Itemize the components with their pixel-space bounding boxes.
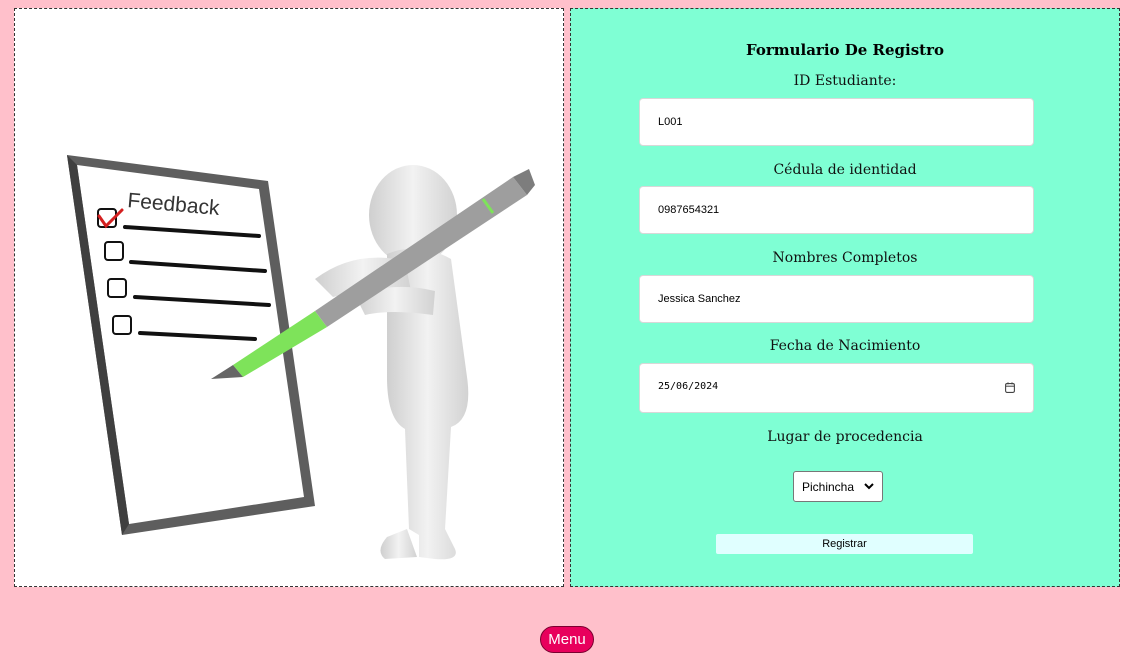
birth-date-value: 25/06/2024	[658, 381, 719, 392]
origin-selected-value: Pichincha	[802, 480, 855, 494]
calendar-icon[interactable]	[1005, 382, 1015, 393]
full-name-input[interactable]	[639, 275, 1034, 323]
student-id-input[interactable]	[639, 98, 1034, 146]
form-title: Formulario De Registro	[745, 41, 944, 59]
birth-date-label: Fecha de Nacimiento	[769, 338, 921, 354]
cedula-input[interactable]	[639, 186, 1034, 234]
cedula-label: Cédula de identidad	[773, 162, 917, 178]
origin-select[interactable]: Pichincha	[793, 471, 883, 502]
feedback-illustration: Feedback	[67, 155, 535, 560]
origin-label: Lugar de procedencia	[767, 429, 923, 445]
menu-button[interactable]: Menu	[540, 626, 594, 653]
illustration-panel: Feedback	[14, 8, 564, 587]
chevron-down-icon	[864, 483, 874, 490]
full-name-label: Nombres Completos	[772, 250, 918, 266]
registration-form-panel: Formulario De Registro ID Estudiante: Cé…	[570, 8, 1120, 587]
register-button[interactable]: Registrar	[716, 534, 973, 554]
student-id-label: ID Estudiante:	[793, 73, 897, 89]
birth-date-input[interactable]: 25/06/2024	[639, 363, 1034, 413]
